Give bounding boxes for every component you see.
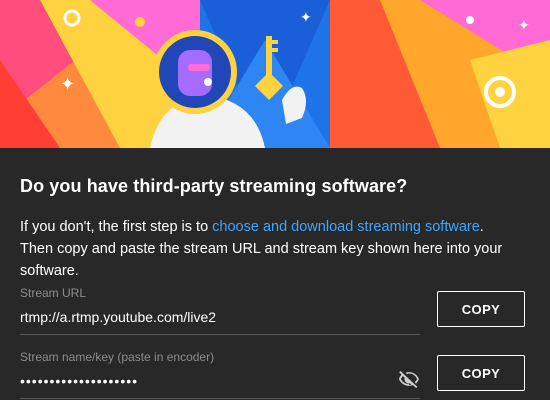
svg-text:✦: ✦	[300, 10, 312, 26]
stream-url-underline	[20, 334, 420, 335]
visibility-off-icon[interactable]	[398, 368, 420, 390]
stream-url-value[interactable]: rtmp://a.rtmp.youtube.com/live2	[20, 306, 420, 328]
svg-text:✦: ✦	[60, 74, 75, 95]
hero-illustration: ✦ ✦ ✦	[0, 0, 550, 148]
stream-key-label: Stream name/key (paste in encoder)	[20, 350, 215, 364]
stream-key-value[interactable]: ••••••••••••••••••••	[20, 370, 420, 392]
stream-url-label: Stream URL	[20, 286, 87, 300]
stream-settings-panel: Do you have third-party streaming softwa…	[0, 148, 550, 400]
stream-key-field[interactable]: Stream name/key (paste in encoder) •••••…	[20, 350, 420, 399]
copy-stream-url-button[interactable]: COPY	[437, 291, 525, 327]
download-software-link[interactable]: choose and download streaming software	[212, 219, 480, 235]
stream-key-underline	[20, 398, 420, 399]
dialog-description: If you don't, the first step is to choos…	[20, 216, 520, 282]
svg-text:✦: ✦	[518, 18, 530, 34]
dialog-title: Do you have third-party streaming softwa…	[20, 176, 408, 196]
copy-stream-key-button[interactable]: COPY	[437, 355, 525, 391]
stream-url-field[interactable]: Stream URL rtmp://a.rtmp.youtube.com/liv…	[20, 286, 420, 335]
description-text-before: If you don't, the first step is to	[20, 219, 213, 235]
astronaut-key-illustration: ✦ ✦ ✦	[0, 0, 550, 148]
